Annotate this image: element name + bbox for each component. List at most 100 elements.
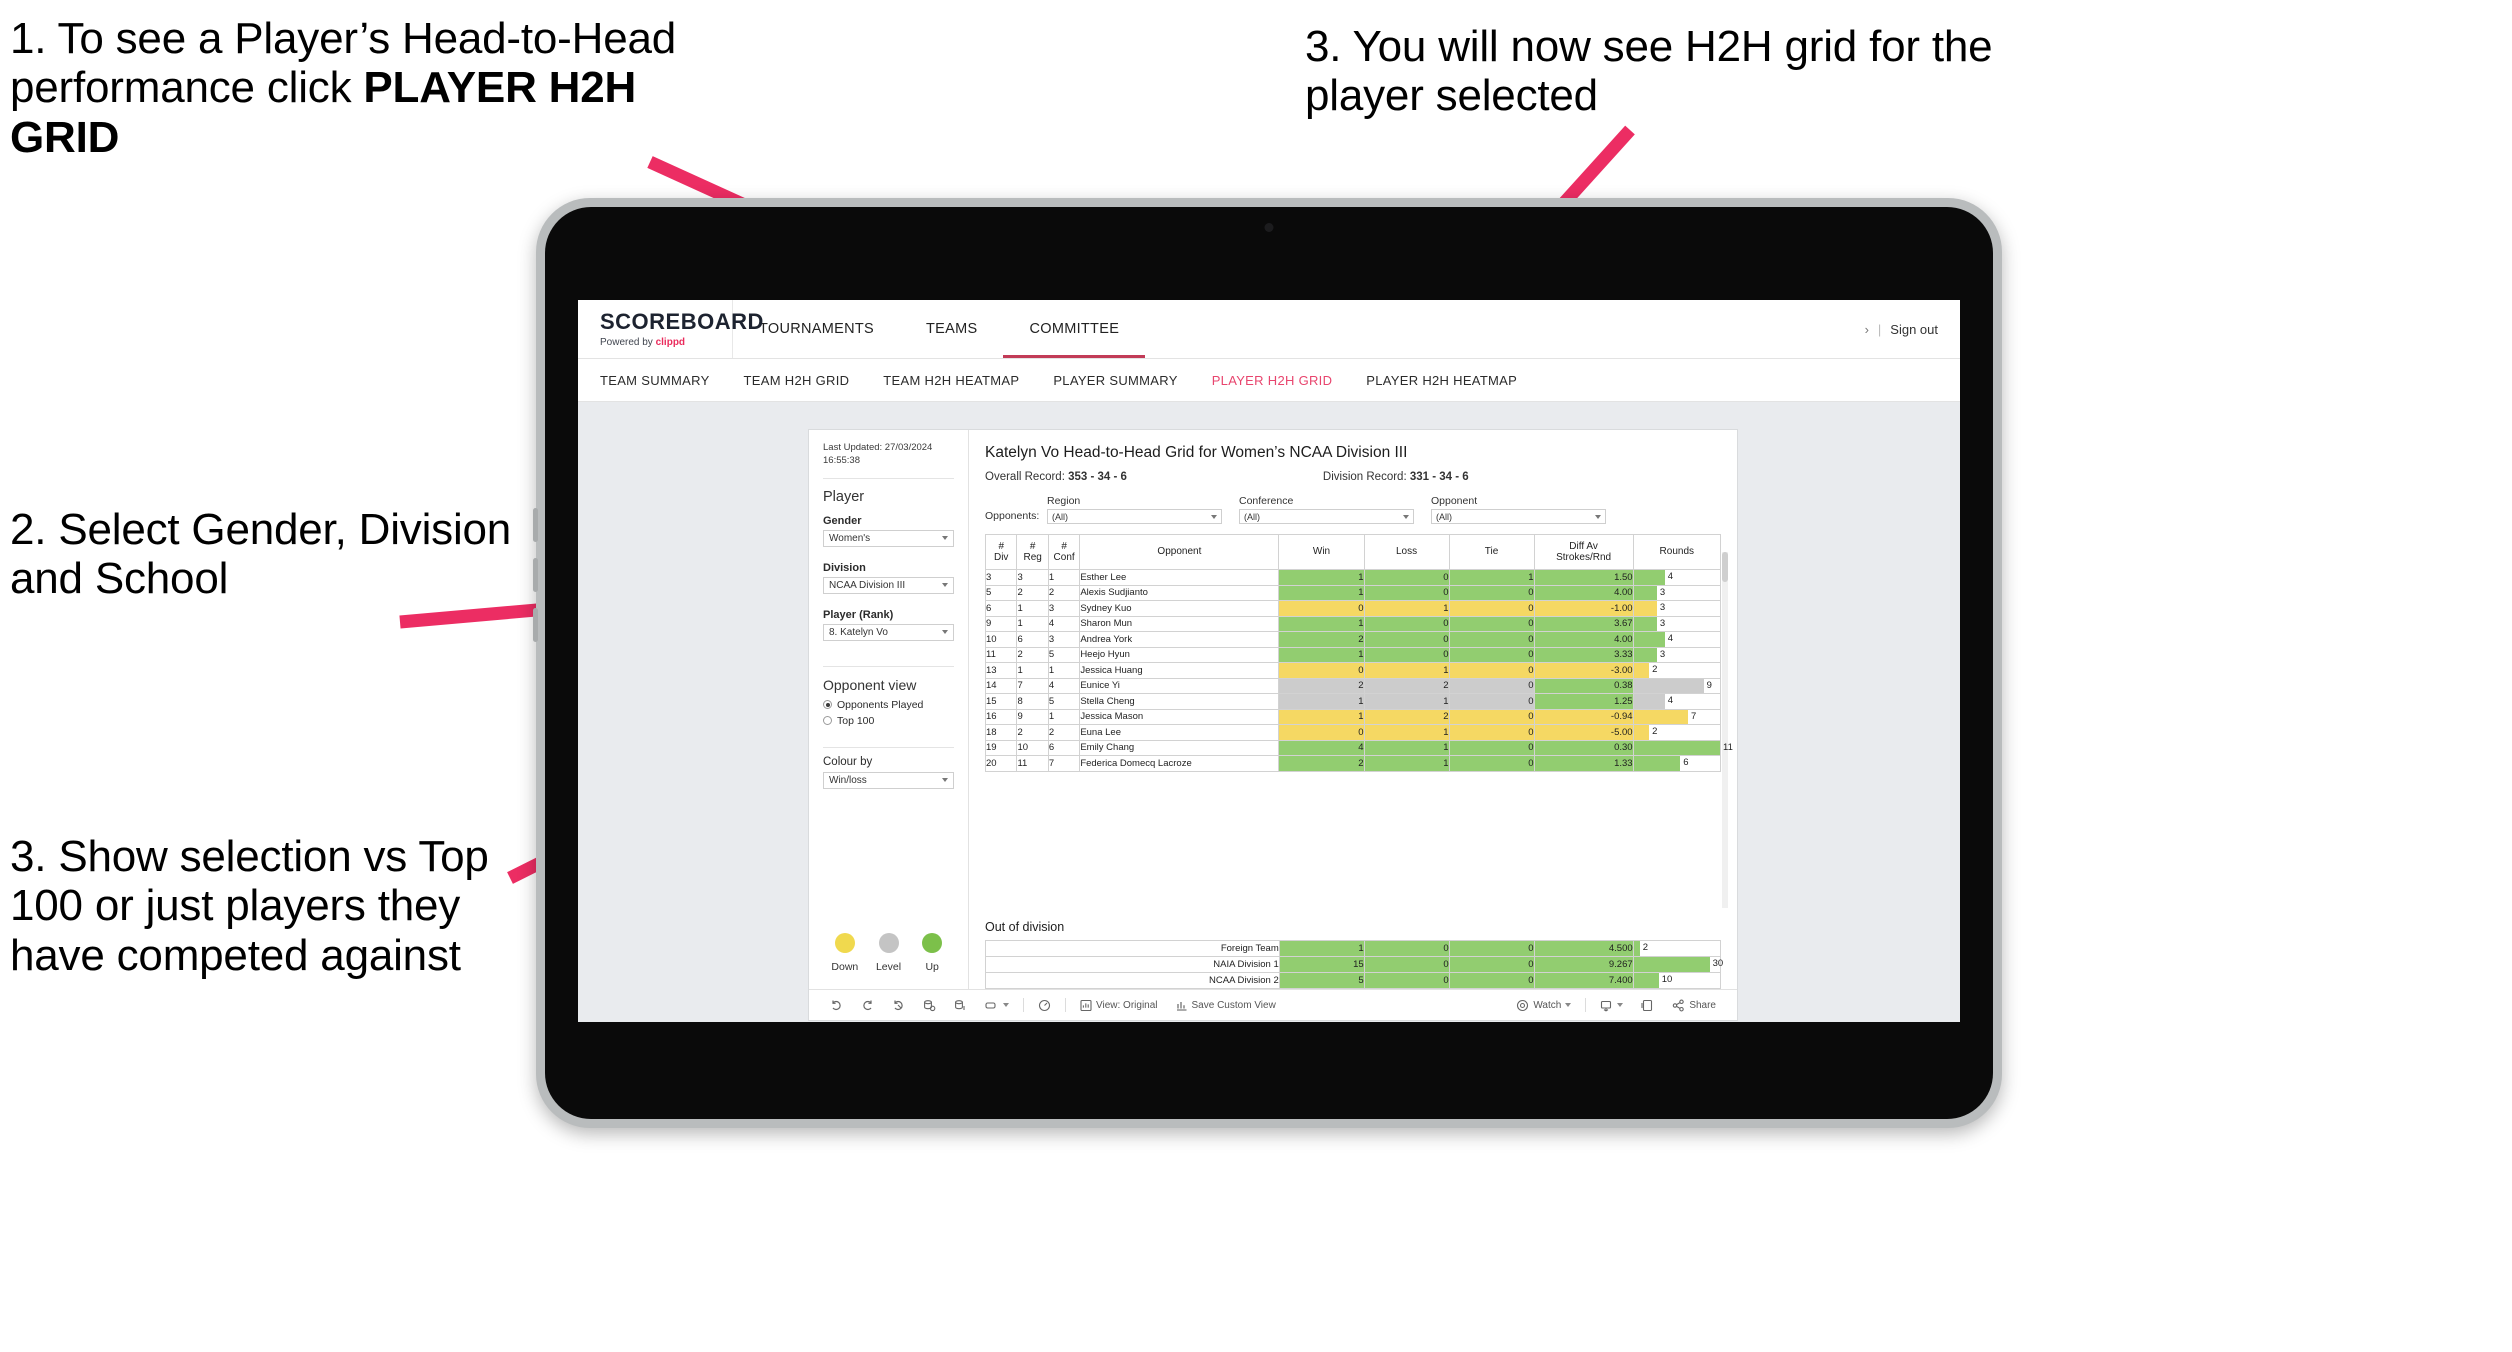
fullscreen-button[interactable]	[1632, 999, 1663, 1012]
cell-rounds[interactable]: 4	[1632, 569, 1722, 586]
cell-diff[interactable]: 7.400	[1533, 972, 1634, 989]
cell-reg[interactable]: 2	[1016, 646, 1049, 663]
table-row[interactable]: NAIA Division 1 15 0 0 9.267 30	[985, 956, 1723, 973]
cell-rounds[interactable]: 3	[1632, 615, 1722, 632]
cell-diff[interactable]: 0.38	[1533, 677, 1634, 694]
cell-conf[interactable]: 1	[1047, 569, 1081, 586]
cell-conf[interactable]: 4	[1047, 615, 1081, 632]
cell-opponent[interactable]: Esther Lee	[1079, 569, 1280, 586]
cell-tie[interactable]: 0	[1448, 615, 1535, 632]
table-row[interactable]: 19106Emily Chang4100.3011	[984, 739, 1733, 756]
cell-div[interactable]: 16	[984, 708, 1018, 725]
download-button[interactable]	[1591, 999, 1632, 1012]
cell-diff[interactable]: 9.267	[1533, 956, 1634, 973]
table-row[interactable]: Foreign Team 1 0 0 4.500 2	[985, 940, 1722, 957]
cell-opponent[interactable]: Eunice Yi	[1079, 677, 1280, 694]
cell-loss[interactable]: 0	[1363, 569, 1450, 586]
cell-rounds[interactable]: 11	[1632, 739, 1733, 756]
cell-opponent[interactable]: Federica Domecq Lacroze	[1079, 755, 1280, 772]
cell-diff[interactable]: 4.00	[1533, 584, 1634, 601]
cell-div[interactable]: 18	[984, 724, 1018, 741]
cell-win[interactable]: 1	[1278, 940, 1365, 957]
cell-conf[interactable]: 7	[1047, 755, 1081, 772]
cell-loss[interactable]: 0	[1363, 940, 1450, 957]
cell-div[interactable]: 5	[984, 584, 1018, 601]
cell-tie[interactable]: 0	[1448, 646, 1535, 663]
cell-conf[interactable]: 1	[1047, 662, 1081, 679]
cell-conf[interactable]: 5	[1047, 693, 1081, 710]
gender-select[interactable]: Women's	[823, 529, 954, 547]
cell-tie[interactable]: 0	[1448, 631, 1535, 648]
cell-conf[interactable]: 5	[1047, 646, 1081, 663]
cell-conf[interactable]: 2	[1047, 724, 1081, 741]
nav-teams[interactable]: TEAMS	[900, 300, 1003, 358]
cell-diff[interactable]: -5.00	[1533, 724, 1634, 741]
refresh-data-button[interactable]	[914, 999, 945, 1012]
cell-win[interactable]: 1	[1278, 584, 1365, 601]
opponent-filter-select[interactable]: (All)	[1431, 509, 1606, 524]
cell-opponent[interactable]: Jessica Huang	[1079, 662, 1280, 679]
colour-by-select[interactable]: Win/loss	[823, 771, 954, 789]
cell-reg[interactable]: 7	[1016, 677, 1049, 694]
subnav-player-h2h-grid[interactable]: PLAYER H2H GRID	[1212, 373, 1333, 388]
cell-rounds[interactable]: 10	[1632, 972, 1722, 989]
cell-reg[interactable]: 1	[1016, 600, 1049, 617]
cell-reg[interactable]: 8	[1016, 693, 1049, 710]
grid-scrollbar-track[interactable]	[1722, 552, 1728, 908]
division-select[interactable]: NCAA Division III	[823, 576, 954, 594]
share-button[interactable]: Share	[1663, 999, 1725, 1012]
cell-reg[interactable]: 1	[1016, 615, 1049, 632]
cell-tie[interactable]: 1	[1448, 569, 1535, 586]
cell-tie[interactable]: 0	[1448, 956, 1535, 973]
cell-opponent[interactable]: Jessica Mason	[1079, 708, 1280, 725]
table-row[interactable]: 3 3 1 Esther Lee 1 0 1 1.50 4	[984, 569, 1722, 586]
cell-tie[interactable]: 0	[1448, 600, 1535, 617]
cell-div[interactable]: 9	[984, 615, 1018, 632]
cell-group-name[interactable]: NCAA Division 2	[985, 972, 1280, 989]
cell-group-name[interactable]: Foreign Team	[985, 940, 1280, 957]
cell-rounds[interactable]: 3	[1632, 646, 1722, 663]
cell-div[interactable]: 19	[984, 739, 1018, 756]
cell-win[interactable]: 1	[1278, 708, 1365, 725]
table-row[interactable]: 6 1 3 Sydney Kuo 0 1 0 -1.00 3	[984, 600, 1722, 617]
cell-div[interactable]: 3	[984, 569, 1018, 586]
cell-win[interactable]: 0	[1278, 600, 1365, 617]
cell-div[interactable]: 13	[984, 662, 1018, 679]
cell-loss[interactable]: 0	[1363, 584, 1450, 601]
sign-out-link[interactable]: Sign out	[1890, 322, 1938, 337]
table-row[interactable]: 11 2 5 Heejo Hyun 1 0 0 3.33 3	[984, 646, 1722, 663]
cell-win[interactable]: 2	[1278, 677, 1365, 694]
cell-tie[interactable]: 0	[1448, 940, 1535, 957]
cell-loss[interactable]: 2	[1363, 677, 1450, 694]
table-row[interactable]: 14 7 4 Eunice Yi 2 2 0 0.38 9	[984, 677, 1722, 694]
cell-div[interactable]: 10	[984, 631, 1018, 648]
performance-button[interactable]	[1029, 999, 1060, 1012]
subnav-player-h2h-heatmap[interactable]: PLAYER H2H HEATMAP	[1366, 373, 1517, 388]
chevron-right-icon[interactable]: ›	[1865, 322, 1869, 337]
cell-rounds[interactable]: 3	[1632, 600, 1722, 617]
pause-updates-button[interactable]	[945, 999, 976, 1012]
cell-rounds[interactable]: 2	[1632, 662, 1722, 679]
cell-reg[interactable]: 6	[1016, 631, 1049, 648]
cell-tie[interactable]: 0	[1448, 662, 1535, 679]
app-logo[interactable]: SCOREBOARD Powered by clippd	[578, 300, 763, 358]
cell-loss[interactable]: 0	[1363, 615, 1450, 632]
cell-rounds[interactable]: 2	[1632, 940, 1722, 957]
conference-filter-select[interactable]: (All)	[1239, 509, 1414, 524]
cell-tie[interactable]: 0	[1448, 739, 1535, 756]
cell-div[interactable]: 14	[984, 677, 1018, 694]
cell-loss[interactable]: 1	[1363, 755, 1450, 772]
cell-group-name[interactable]: NAIA Division 1	[985, 956, 1280, 973]
cell-win[interactable]: 4	[1278, 739, 1365, 756]
cell-loss[interactable]: 0	[1363, 972, 1450, 989]
cell-loss[interactable]: 1	[1363, 600, 1450, 617]
cell-loss[interactable]: 0	[1363, 646, 1450, 663]
cell-rounds[interactable]: 4	[1632, 631, 1722, 648]
cell-reg[interactable]: 9	[1016, 708, 1049, 725]
redo-button[interactable]	[852, 999, 883, 1012]
cell-opponent[interactable]: Euna Lee	[1079, 724, 1280, 741]
cell-diff[interactable]: -0.94	[1533, 708, 1634, 725]
revert-button[interactable]	[883, 999, 914, 1012]
cell-opponent[interactable]: Alexis Sudjianto	[1079, 584, 1280, 601]
cell-opponent[interactable]: Andrea York	[1079, 631, 1280, 648]
